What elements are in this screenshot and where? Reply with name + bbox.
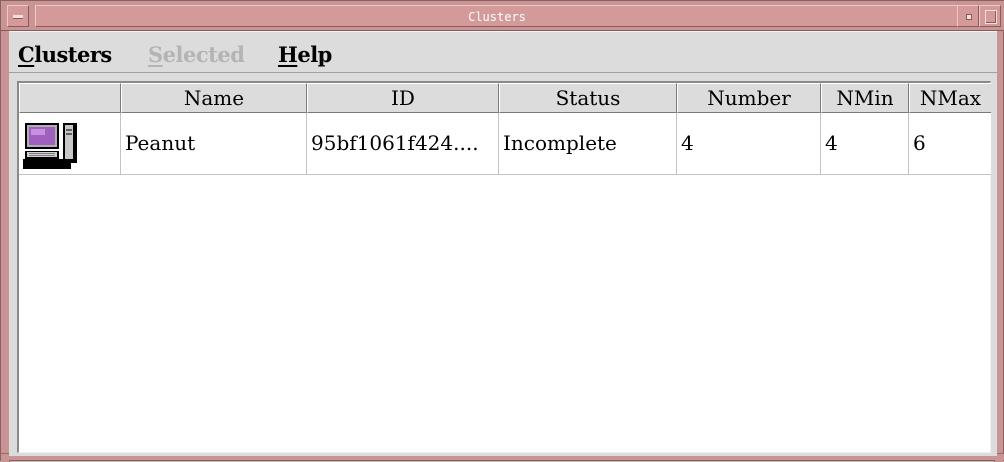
row-status[interactable]: Incomplete xyxy=(499,113,677,175)
menu-help-label: elp xyxy=(297,42,332,67)
column-header-nmin[interactable]: NMin xyxy=(821,83,909,113)
column-header-nmax[interactable]: NMax xyxy=(909,83,991,113)
column-header-number[interactable]: Number xyxy=(677,83,821,113)
menu-bar: Clusters Selected Help xyxy=(9,31,997,73)
menu-selected-label: elected xyxy=(162,42,245,67)
menu-selected[interactable]: Selected xyxy=(148,42,245,67)
column-header-status[interactable]: Status xyxy=(499,83,677,113)
column-header-id[interactable]: ID xyxy=(307,83,499,113)
column-header-icon[interactable] xyxy=(19,83,121,113)
menu-clusters[interactable]: Clusters xyxy=(18,42,112,67)
title-bar[interactable]: Clusters xyxy=(1,1,1004,31)
row-nmax[interactable]: 6 xyxy=(909,113,991,175)
row-name[interactable]: Peanut xyxy=(121,113,307,175)
menu-clusters-label: lusters xyxy=(34,42,112,67)
window-title: Clusters xyxy=(468,10,526,24)
cluster-computer-icon xyxy=(23,123,77,169)
maximize-icon xyxy=(985,10,997,24)
maximize-button[interactable] xyxy=(979,5,1001,27)
table-row[interactable]: Peanut 95bf1061f424.... Incomplete 4 4 6 xyxy=(19,113,991,175)
menu-help[interactable]: Help xyxy=(278,42,332,67)
row-icon-cell[interactable] xyxy=(19,113,121,175)
clusters-window: Clusters Clusters Selected Help Name ID … xyxy=(0,0,1004,462)
row-number[interactable]: 4 xyxy=(677,113,821,175)
minimize-icon xyxy=(966,14,972,20)
window-menu-icon xyxy=(13,15,23,19)
minimize-button[interactable] xyxy=(957,5,979,27)
title-drag-area[interactable]: Clusters xyxy=(35,5,959,27)
clusters-table[interactable]: Name ID Status Number NMin NMax Peanut 9… xyxy=(17,81,991,453)
row-nmin[interactable]: 4 xyxy=(821,113,909,175)
table-header: Name ID Status Number NMin NMax xyxy=(19,83,991,113)
row-id[interactable]: 95bf1061f424.... xyxy=(307,113,499,175)
window-menu-button[interactable] xyxy=(7,5,29,27)
menu-help-mnemonic: H xyxy=(278,42,298,67)
column-header-name[interactable]: Name xyxy=(121,83,307,113)
menu-selected-mnemonic: S xyxy=(148,42,163,67)
menu-clusters-mnemonic: C xyxy=(18,42,35,67)
